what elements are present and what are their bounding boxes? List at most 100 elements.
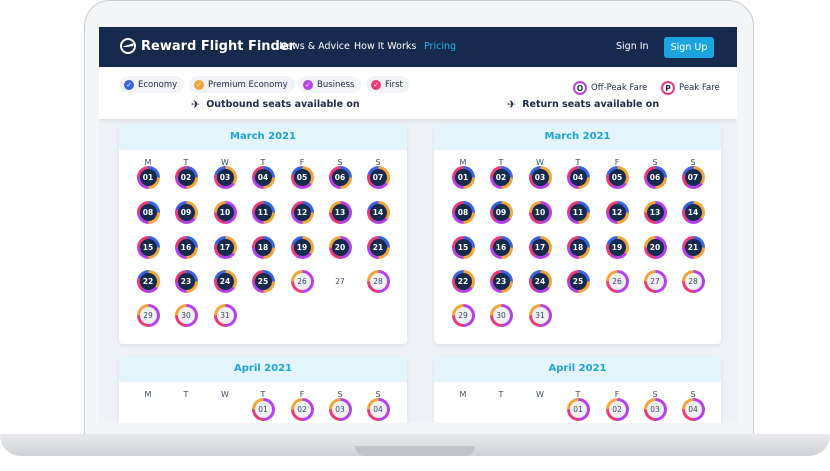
calendar-day[interactable]: 17: [213, 235, 237, 259]
calendar-day[interactable]: 23: [174, 269, 198, 293]
peak-label: Peak Fare: [679, 83, 720, 93]
calendar-day[interactable]: 24: [213, 269, 237, 293]
calendar-day[interactable]: 09: [174, 200, 198, 224]
calendar-day[interactable]: 05: [290, 165, 314, 189]
signin-link[interactable]: Sign In: [616, 41, 649, 52]
day-number: 01: [254, 400, 272, 418]
calendar-day[interactable]: 20: [328, 235, 352, 259]
calendar-day[interactable]: 31: [528, 303, 552, 327]
day-number: 12: [608, 203, 626, 221]
calendar-day[interactable]: 09: [489, 200, 513, 224]
calendar-day[interactable]: 07: [681, 165, 705, 189]
calendar-day[interactable]: 01: [251, 397, 275, 421]
day-number: 18: [569, 238, 587, 256]
filter-premium-economy[interactable]: ✓ Premium Economy: [189, 76, 295, 93]
day-number: 14: [369, 203, 387, 221]
calendar-day[interactable]: 14: [681, 200, 705, 224]
nav-link-how-it-works[interactable]: How It Works: [354, 41, 416, 52]
brand-logo[interactable]: Reward Flight Finder: [119, 38, 295, 54]
day-number: 07: [684, 168, 702, 186]
calendar-day[interactable]: 18: [251, 235, 275, 259]
calendar-day[interactable]: 03: [328, 397, 352, 421]
calendar-day[interactable]: 04: [366, 397, 390, 421]
calendar-day[interactable]: 28: [366, 269, 390, 293]
calendar-day[interactable]: 30: [174, 303, 198, 327]
day-number: 25: [254, 272, 272, 290]
calendar-day[interactable]: 06: [643, 165, 667, 189]
calendar-day[interactable]: 02: [174, 165, 198, 189]
calendar-day[interactable]: 14: [366, 200, 390, 224]
filter-business[interactable]: ✓ Business: [298, 76, 362, 93]
calendar-day[interactable]: 04: [251, 165, 275, 189]
calendar-day[interactable]: 25: [566, 269, 590, 293]
calendar-day[interactable]: 03: [528, 165, 552, 189]
calendar-day[interactable]: 01: [566, 397, 590, 421]
nav-link-news[interactable]: News & Advice: [279, 41, 350, 52]
calendar-day[interactable]: 11: [566, 200, 590, 224]
calendar-day[interactable]: 22: [136, 269, 160, 293]
calendar-day[interactable]: 13: [643, 200, 667, 224]
calendar-day[interactable]: 29: [451, 303, 475, 327]
calendar-day[interactable]: 26: [290, 269, 314, 293]
calendar-day[interactable]: 16: [489, 235, 513, 259]
calendar-day[interactable]: 04: [681, 397, 705, 421]
calendar-day[interactable]: 19: [605, 235, 629, 259]
calendar-day[interactable]: 17: [528, 235, 552, 259]
calendar-day[interactable]: 24: [528, 269, 552, 293]
day-number: 10: [216, 203, 234, 221]
legend-peak: P Peak Fare: [661, 81, 720, 95]
month-title: March 2021: [434, 124, 721, 150]
calendar-day[interactable]: 02: [489, 165, 513, 189]
calendar-day[interactable]: 02: [605, 397, 629, 421]
calendar-day[interactable]: 06: [328, 165, 352, 189]
calendar-day[interactable]: 03: [213, 165, 237, 189]
calendar-day[interactable]: 21: [681, 235, 705, 259]
calendar-day[interactable]: 05: [605, 165, 629, 189]
nav-link-pricing[interactable]: Pricing: [424, 41, 456, 52]
calendar-day[interactable]: 10: [213, 200, 237, 224]
day-number: 24: [531, 272, 549, 290]
calendar-day[interactable]: 01: [451, 165, 475, 189]
calendar-day[interactable]: 11: [251, 200, 275, 224]
day-number: 28: [684, 272, 702, 290]
calendar-day[interactable]: 20: [643, 235, 667, 259]
calendar-day[interactable]: 15: [451, 235, 475, 259]
calendar-day[interactable]: 02: [290, 397, 314, 421]
calendar-day[interactable]: 31: [213, 303, 237, 327]
calendar-day[interactable]: 27: [329, 270, 352, 293]
calendar-day[interactable]: 23: [489, 269, 513, 293]
calendar-day[interactable]: 12: [605, 200, 629, 224]
calendar-day[interactable]: 15: [136, 235, 160, 259]
calendar-day[interactable]: 08: [136, 200, 160, 224]
brand-name: Reward Flight Finder: [141, 38, 296, 54]
calendar-day[interactable]: 22: [451, 269, 475, 293]
signup-button[interactable]: Sign Up: [664, 37, 714, 58]
calendar-day[interactable]: 04: [566, 165, 590, 189]
calendar-day[interactable]: 01: [136, 165, 160, 189]
legend-offpeak: O Off-Peak Fare: [573, 81, 647, 95]
filter-first[interactable]: ✓ First: [366, 76, 410, 93]
calendar-day[interactable]: 16: [174, 235, 198, 259]
calendar-day[interactable]: 28: [681, 269, 705, 293]
calendar-day[interactable]: 13: [328, 200, 352, 224]
calendar-day[interactable]: 21: [366, 235, 390, 259]
calendar-day[interactable]: 12: [290, 200, 314, 224]
calendar-day[interactable]: 10: [528, 200, 552, 224]
calendar-day[interactable]: 29: [136, 303, 160, 327]
filter-economy[interactable]: ✓ Economy: [119, 76, 185, 93]
calendar-day[interactable]: 30: [489, 303, 513, 327]
day-number: 16: [177, 238, 195, 256]
calendar-day[interactable]: 03: [643, 397, 667, 421]
calendar-day[interactable]: 07: [366, 165, 390, 189]
day-number: 28: [369, 272, 387, 290]
calendar-day[interactable]: 19: [290, 235, 314, 259]
day-number: 17: [531, 238, 549, 256]
filter-bar: ✓ Economy ✓ Premium Economy ✓ Business ✓…: [99, 67, 737, 119]
day-number: 23: [492, 272, 510, 290]
calendar-day[interactable]: 08: [451, 200, 475, 224]
calendar-day[interactable]: 25: [251, 269, 275, 293]
calendar-day[interactable]: 18: [566, 235, 590, 259]
calendar-day[interactable]: 26: [605, 269, 629, 293]
day-number: 22: [454, 272, 472, 290]
calendar-day[interactable]: 27: [643, 269, 667, 293]
